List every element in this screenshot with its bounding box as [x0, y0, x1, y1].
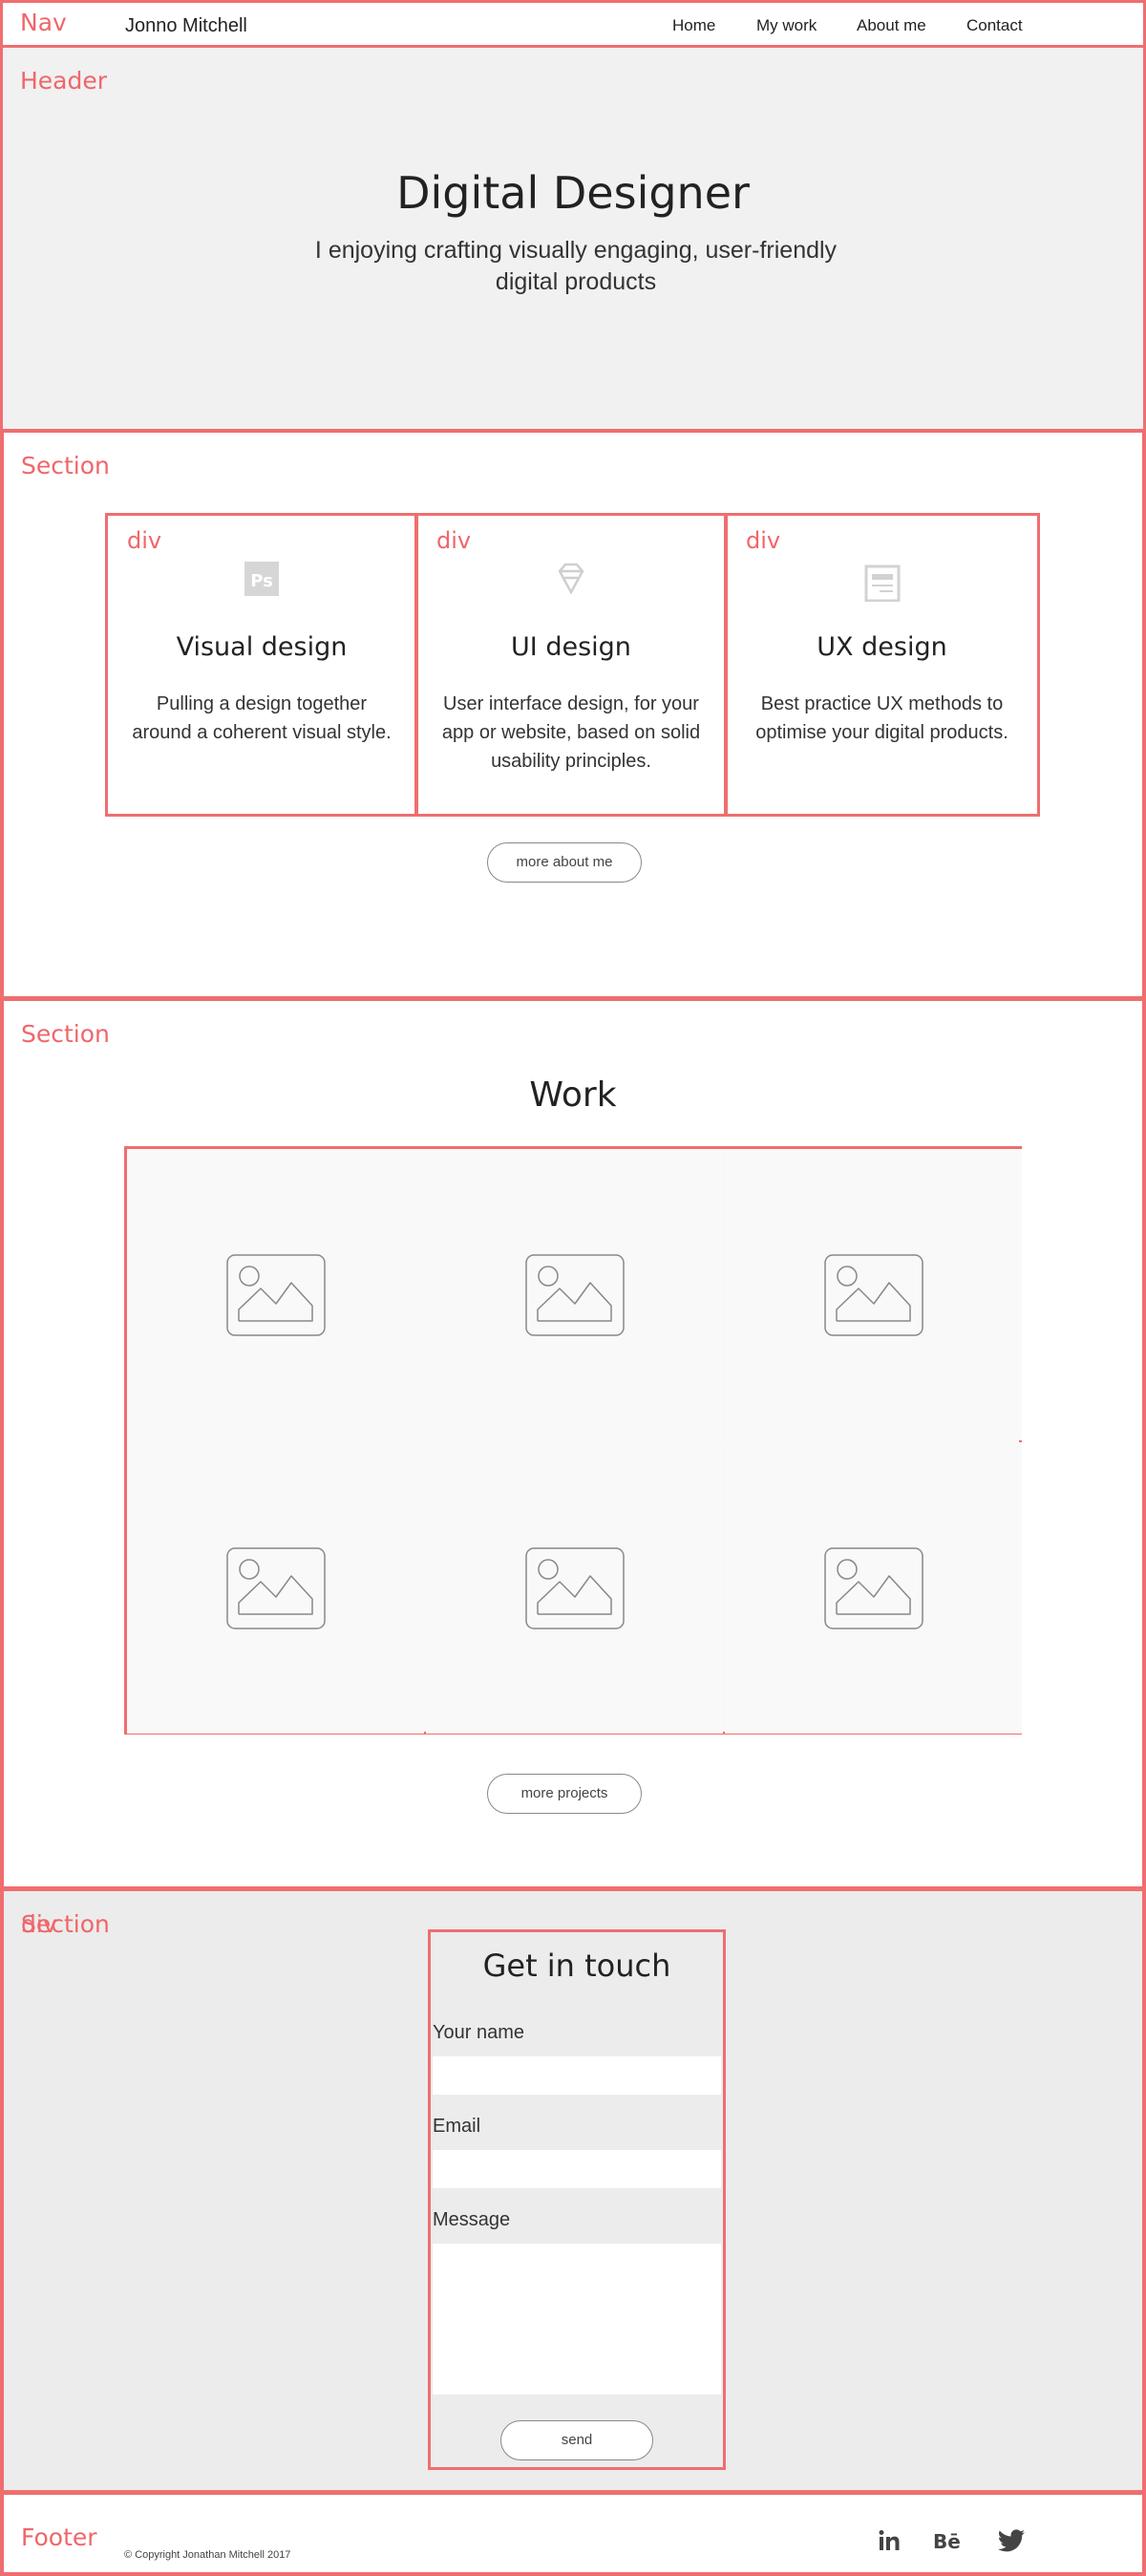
sketch-diamond-icon: [558, 563, 584, 595]
service-title: Visual design: [176, 632, 348, 662]
send-button[interactable]: send: [500, 2420, 653, 2460]
more-projects-button[interactable]: more projects: [487, 1774, 642, 1814]
message-field[interactable]: [433, 2244, 721, 2395]
twitter-icon[interactable]: [997, 2529, 1026, 2552]
work-section: Section Work div more projects: [0, 997, 1146, 1890]
div-annotation-label: div: [21, 1910, 57, 1938]
email-label: Email: [433, 2116, 481, 2137]
image-placeholder-icon: [524, 1546, 625, 1629]
photoshop-icon: Ps: [244, 562, 279, 596]
footer-annotation-label: Footer: [21, 2523, 97, 2551]
work-item[interactable]: [725, 1149, 1022, 1440]
linkedin-icon[interactable]: [877, 2529, 903, 2552]
contact-title: Get in touch: [482, 1948, 671, 1984]
div-annotation-label: div: [746, 527, 781, 554]
nav-annotation-label: Nav: [20, 9, 67, 36]
hero-title: Digital Designer: [396, 167, 750, 219]
service-title: UI design: [511, 632, 631, 662]
work-item[interactable]: [127, 1442, 424, 1734]
nav-link-about-me[interactable]: About me: [857, 16, 926, 35]
nav-bar: Nav Jonno Mitchell Home My work About me…: [0, 0, 1146, 48]
service-title: UX design: [817, 632, 947, 662]
div-annotation-label: div: [436, 527, 472, 554]
service-description: Pulling a design together around a coher…: [132, 693, 392, 743]
svg-text:Ps: Ps: [250, 571, 273, 591]
image-placeholder-icon: [823, 1546, 923, 1629]
work-grid: div: [124, 1146, 1022, 1735]
service-card-visual: div Ps Visual design Pulling a design to…: [105, 513, 418, 817]
nav-link-my-work[interactable]: My work: [756, 16, 817, 35]
image-placeholder-icon: [524, 1253, 625, 1336]
hero-header: Header Digital Designer I enjoying craft…: [0, 45, 1146, 432]
work-item[interactable]: [127, 1149, 424, 1440]
image-placeholder-icon: [225, 1546, 326, 1629]
nav-link-home[interactable]: Home: [672, 16, 715, 35]
service-card-ux: div UX design Best practice UX methods t…: [724, 513, 1040, 817]
work-title: Work: [529, 1075, 617, 1115]
work-item[interactable]: [725, 1442, 1022, 1734]
service-card-ui: div UI design User interface design, for…: [414, 513, 728, 817]
svg-text:Bē: Bē: [933, 2530, 961, 2552]
copyright-text: © Copyright Jonathan Mitchell 2017: [124, 2549, 291, 2561]
name-label: Your name: [433, 2022, 524, 2043]
name-field[interactable]: [433, 2056, 721, 2095]
more-about-me-button[interactable]: more about me: [487, 842, 642, 883]
header-annotation-label: Header: [20, 67, 108, 95]
contact-section: Section div Get in touch Your name Email…: [0, 1887, 1146, 2494]
work-item[interactable]: [426, 1442, 723, 1734]
section-annotation-label: Section: [21, 452, 110, 479]
nav-link-contact[interactable]: Contact: [966, 16, 1023, 35]
service-description: Best practice UX methods to optimise you…: [755, 693, 1008, 743]
section-annotation-label: Section: [21, 1020, 110, 1048]
contact-form: Get in touch Your name Email Message sen…: [428, 1929, 726, 2470]
brand-name[interactable]: Jonno Mitchell: [125, 15, 247, 37]
message-label: Message: [433, 2209, 511, 2230]
email-field[interactable]: [433, 2150, 721, 2188]
footer: Footer © Copyright Jonathan Mitchell 201…: [0, 2491, 1146, 2576]
image-placeholder-icon: [225, 1253, 326, 1336]
hero-subtitle: I enjoying crafting visually engaging, u…: [314, 237, 838, 295]
work-item[interactable]: [426, 1149, 723, 1440]
behance-icon[interactable]: Bē: [932, 2529, 963, 2552]
div-annotation-label: div: [127, 527, 162, 554]
services-section: Section div Ps Visual design Pulling a d…: [0, 429, 1146, 1000]
image-placeholder-icon: [823, 1253, 923, 1336]
service-description: User interface design, for your app or w…: [441, 693, 701, 772]
wireframe-document-icon: [864, 564, 900, 602]
